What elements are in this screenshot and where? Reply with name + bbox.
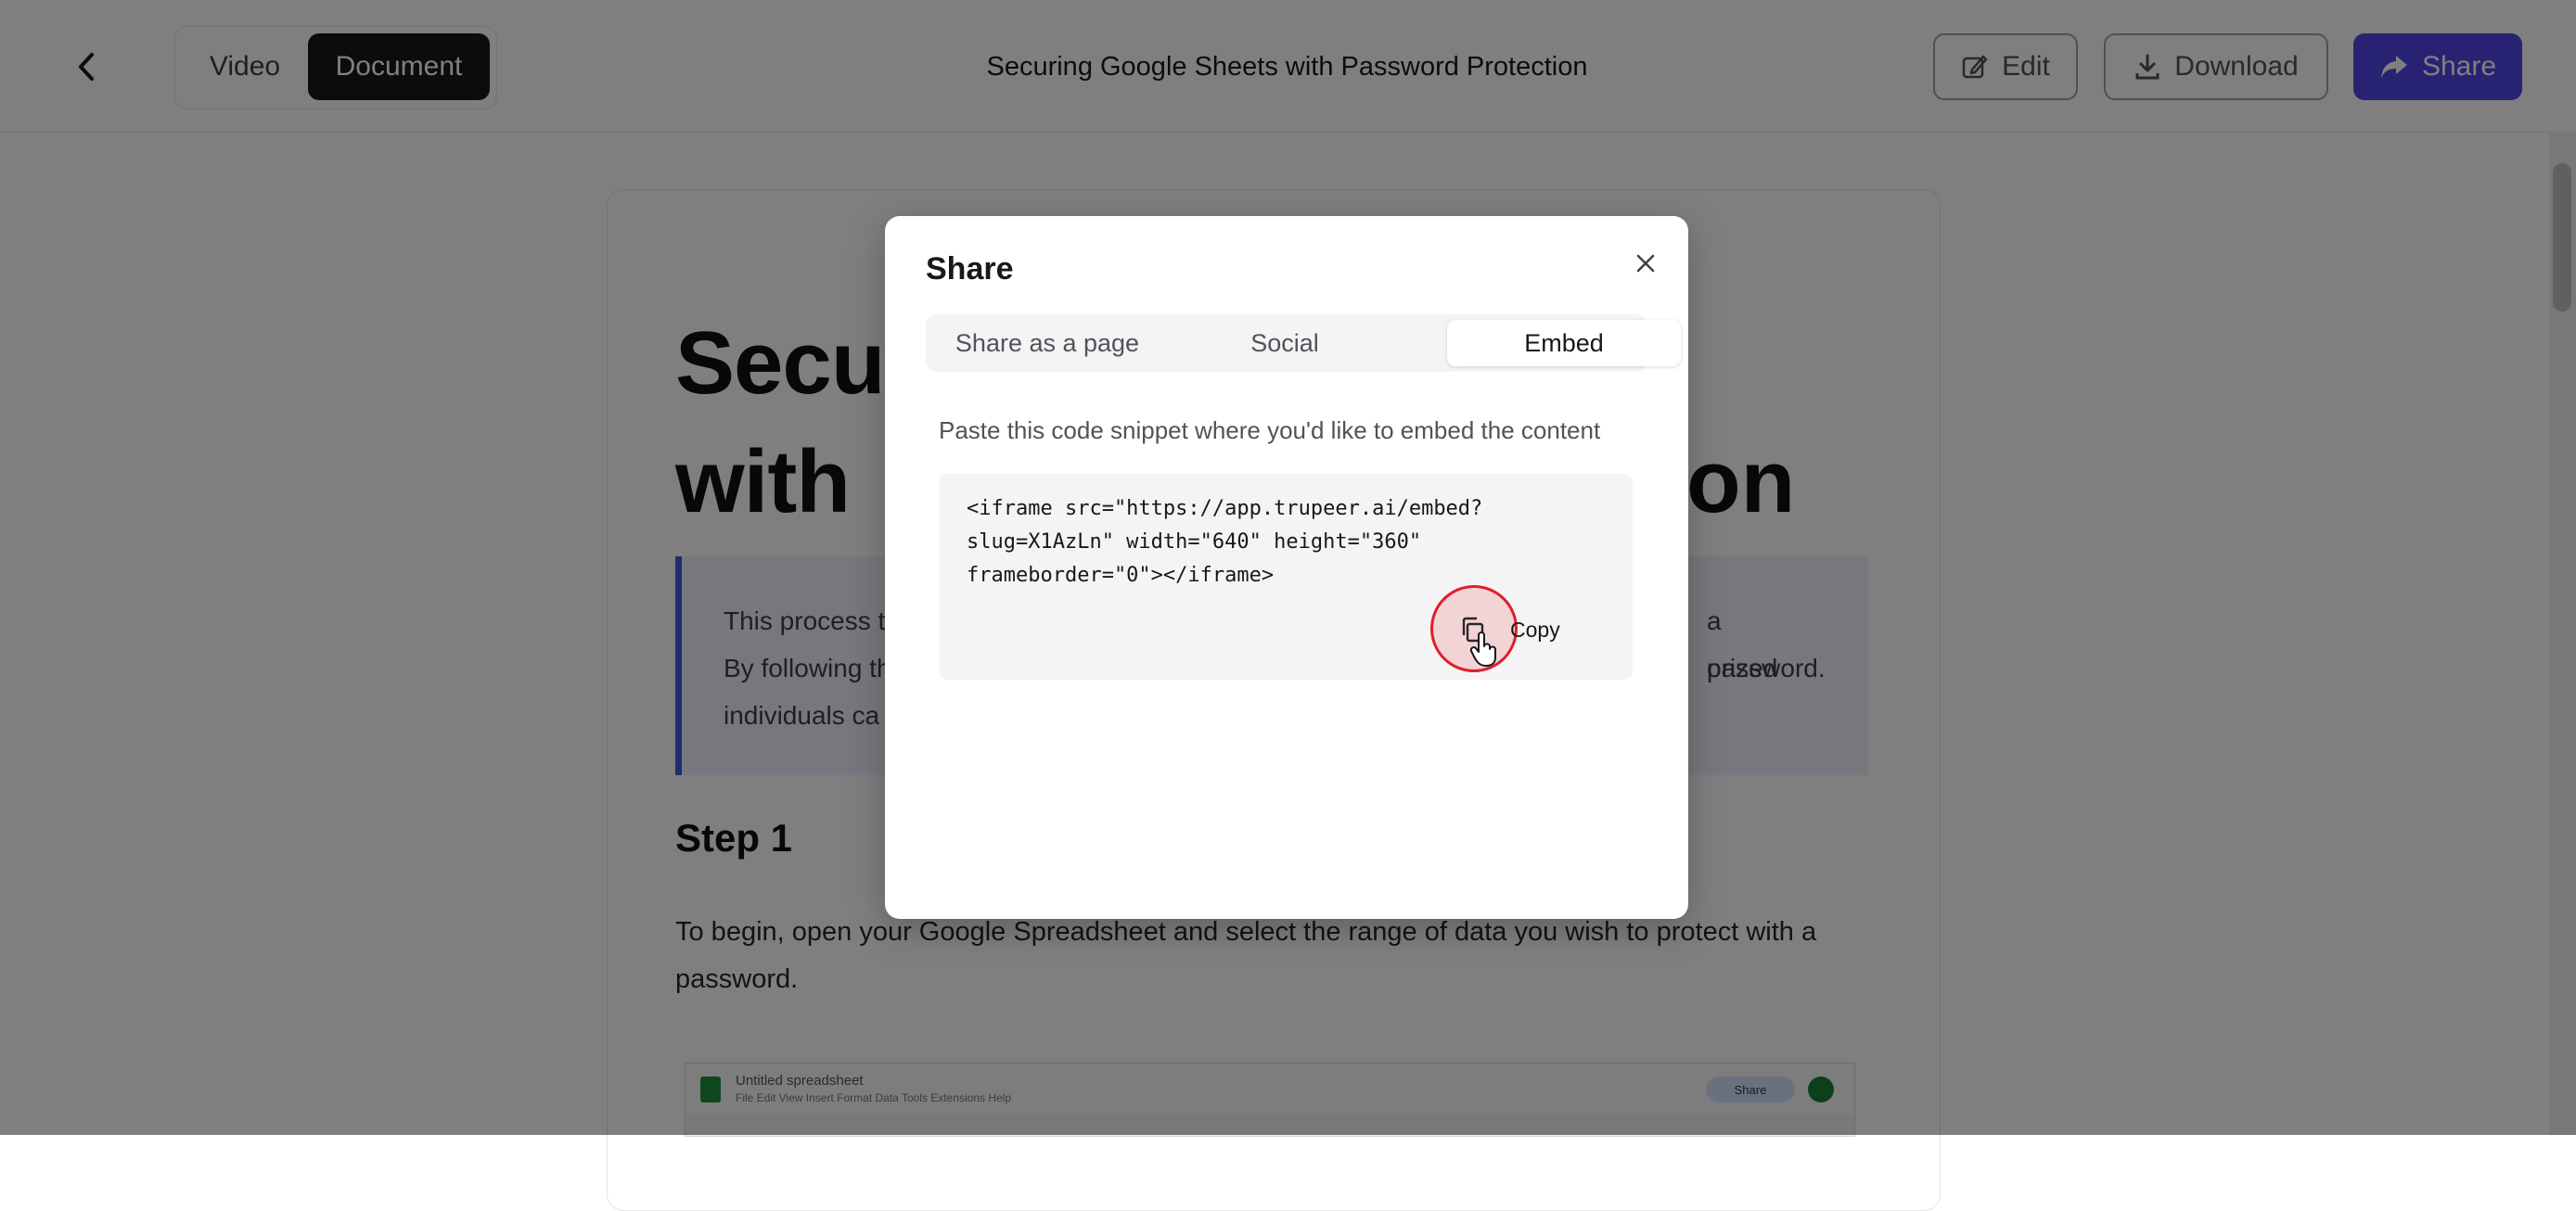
code-line: slug=X1AzLn" width="640" height="360"	[967, 530, 1422, 554]
tab-share-as-page[interactable]: Share as a page	[931, 320, 1163, 366]
close-button[interactable]	[1630, 248, 1661, 279]
share-tabs: Share as a page Social Embed	[926, 314, 1681, 372]
hand-pointer-icon	[1469, 631, 1496, 667]
share-dialog: Share Share as a page Social Embed Paste…	[885, 216, 1688, 919]
dialog-title: Share	[926, 251, 1014, 287]
tab-social[interactable]: Social	[1169, 320, 1401, 366]
close-icon	[1636, 254, 1655, 273]
tab-embed[interactable]: Embed	[1447, 320, 1681, 366]
copy-label[interactable]: Copy	[1510, 618, 1560, 643]
code-line: frameborder="0"></iframe>	[967, 564, 1275, 587]
embed-code: <iframe src="https://app.trupeer.ai/embe…	[967, 492, 1607, 593]
embed-instructions: Paste this code snippet where you'd like…	[939, 416, 1601, 444]
embed-code-box[interactable]: <iframe src="https://app.trupeer.ai/embe…	[939, 474, 1633, 680]
code-line: <iframe src="https://app.trupeer.ai/embe…	[967, 497, 1483, 520]
